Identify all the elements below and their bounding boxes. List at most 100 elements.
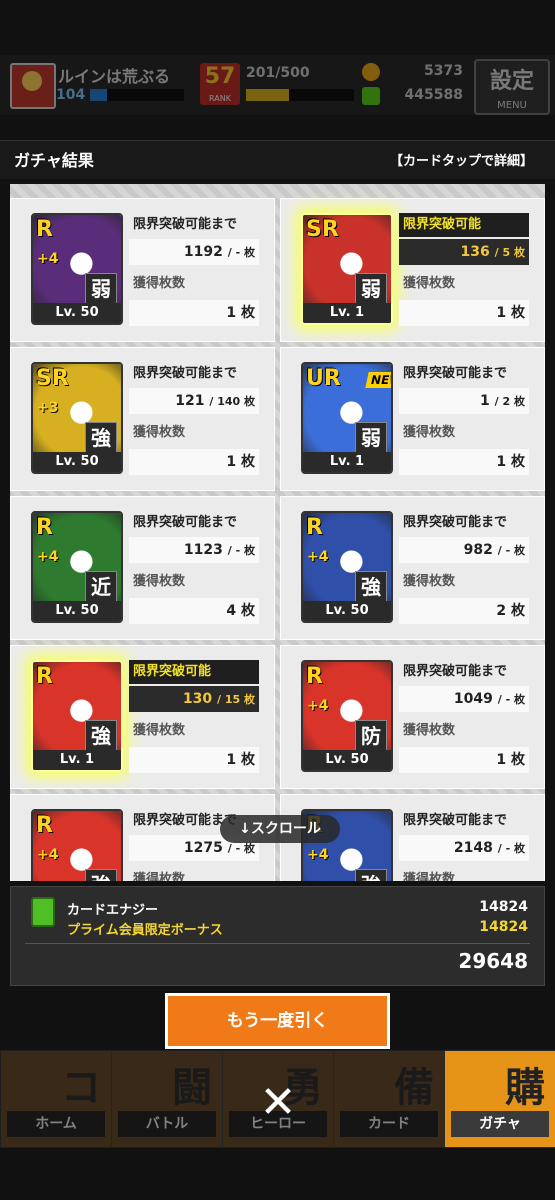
obtained-label: 獲得枚数	[403, 723, 456, 738]
limit-break-count: 136	[460, 244, 490, 260]
page-title: ガチャ結果	[14, 151, 94, 170]
bonus-value: 14824	[479, 919, 528, 935]
limit-break-value: 136 / 5 枚	[399, 239, 529, 265]
plus-label: +4	[307, 847, 329, 863]
limit-break-count: 1192	[183, 244, 223, 260]
limit-break-count: 1	[480, 393, 490, 409]
nav-item[interactable]: 備カード	[333, 1050, 445, 1148]
nav-label: ホーム	[7, 1111, 105, 1137]
obtained-count: 1 枚	[129, 449, 259, 475]
limit-break-value: 1192 / - 枚	[129, 239, 259, 265]
card-thumbnail[interactable]: R +4 弱 Lv. 50	[31, 213, 123, 325]
plus-label: +4	[37, 251, 59, 267]
card-thumbnail[interactable]: R+4強Lv. 50	[31, 809, 123, 881]
nav-icon: 購	[505, 1065, 545, 1111]
gacha-card[interactable]: R +4 近 Lv. 50 限界突破可能まで 1123 / - 枚獲得枚数 4 枚	[10, 496, 275, 640]
rarity-label: SR	[306, 217, 339, 242]
limit-break-value: 121 / 140 枚	[129, 388, 259, 414]
card-level: Lv. 1	[33, 750, 121, 770]
limit-break-max: / - 枚	[497, 544, 525, 557]
energy-panel: カードエナジー プライム会員限定ボーナス 14824 14824 29648	[10, 886, 545, 986]
card-grid[interactable]: R +4 弱 Lv. 50 限界突破可能まで 1192 / - 枚獲得枚数 1 枚 SR 弱 Lv…	[10, 184, 545, 881]
nav-item[interactable]: 購ガチャ	[444, 1050, 555, 1148]
card-thumbnail[interactable]: SR 弱 Lv. 1	[301, 213, 393, 325]
obtained-label: 獲得枚数	[403, 574, 456, 589]
energy-label: カードエナジー	[67, 903, 159, 918]
nav-icon: コ	[61, 1065, 101, 1111]
draw-again-button[interactable]: もう一度引く	[165, 993, 390, 1049]
new-badge: NEW	[365, 372, 391, 388]
card-level: Lv. 50	[33, 452, 121, 472]
card-thumbnail[interactable]: R +4 防 Lv. 50	[301, 660, 393, 772]
gacha-result-header: ガチャ結果 【カードタップで詳細】	[0, 140, 555, 179]
gacha-card[interactable]: UR 弱 Lv. 1 NEW 限界突破可能まで 1 / 2 枚獲得枚数 1 枚	[280, 347, 545, 491]
limit-break-label: 限界突破可能まで	[133, 366, 238, 381]
gacha-card[interactable]: SR 弱 Lv. 1 限界突破可能 136 / 5 枚獲得枚数 1 枚	[280, 198, 545, 342]
limit-break-max: / 5 枚	[494, 246, 525, 259]
limit-break-max: / 2 枚	[494, 395, 525, 408]
obtained-label: 獲得枚数	[133, 872, 186, 881]
obtained-label: 獲得枚数	[133, 574, 186, 589]
nav-item[interactable]: 闘バトル	[111, 1050, 223, 1148]
rarity-label: R	[306, 664, 323, 689]
card-level: Lv. 50	[33, 303, 121, 323]
rarity-label: R	[36, 217, 53, 242]
gacha-card[interactable]: R +4 弱 Lv. 50 限界突破可能まで 1192 / - 枚獲得枚数 1 枚	[10, 198, 275, 342]
obtained-count: 1 枚	[399, 747, 529, 773]
limit-break-max: / 140 枚	[209, 395, 255, 408]
limit-break-count: 1049	[453, 691, 493, 707]
limit-break-value: 1123 / - 枚	[129, 537, 259, 563]
attribute-badge: 強	[85, 720, 117, 752]
card-level: Lv. 1	[303, 303, 391, 323]
limit-break-label: 限界突破可能	[399, 213, 529, 237]
card-thumbnail[interactable]: SR +3 強 Lv. 50	[31, 362, 123, 474]
limit-break-label: 限界突破可能まで	[403, 366, 508, 381]
limit-break-count: 130	[182, 691, 213, 707]
plus-label: +4	[37, 549, 59, 565]
limit-break-count: 982	[463, 542, 493, 558]
obtained-label: 獲得枚数	[133, 425, 186, 440]
plus-label: +4	[307, 549, 329, 565]
obtained-count: 1 枚	[129, 300, 259, 326]
limit-break-max: / - 枚	[497, 842, 525, 855]
plus-label: +3	[37, 400, 59, 416]
scroll-hint: ↓スクロール	[220, 815, 340, 843]
limit-break-value: 982 / - 枚	[399, 537, 529, 563]
energy-value: 14824	[479, 899, 528, 915]
limit-break-label: 限界突破可能まで	[133, 217, 238, 232]
gacha-card[interactable]: R +4 強 Lv. 50 限界突破可能まで 982 / - 枚獲得枚数 2 枚	[280, 496, 545, 640]
nav-item[interactable]: コホーム	[0, 1050, 112, 1148]
card-thumbnail[interactable]: R 強 Lv. 1	[31, 660, 123, 772]
obtained-label: 獲得枚数	[133, 276, 186, 291]
nav-label: ガチャ	[451, 1111, 549, 1137]
card-level: Lv. 50	[303, 750, 391, 770]
obtained-count: 4 枚	[129, 598, 259, 624]
card-thumbnail[interactable]: UR 弱 Lv. 1 NEW	[301, 362, 393, 474]
obtained-count: 2 枚	[399, 598, 529, 624]
tap-hint: 【カードタップで詳細】	[389, 154, 533, 169]
card-thumbnail[interactable]: R +4 近 Lv. 50	[31, 511, 123, 623]
close-icon[interactable]: ✕	[255, 1080, 301, 1126]
attribute-badge: 弱	[355, 273, 387, 305]
obtained-label: 獲得枚数	[403, 872, 456, 881]
limit-break-count: 1123	[183, 542, 223, 558]
gacha-card[interactable]: R +4 防 Lv. 50 限界突破可能まで 1049 / - 枚獲得枚数 1 枚	[280, 645, 545, 789]
attribute-badge: 強	[355, 869, 387, 881]
card-thumbnail[interactable]: R+4強Lv. 50	[301, 511, 393, 623]
nav-label: バトル	[118, 1111, 216, 1137]
gacha-card[interactable]: SR +3 強 Lv. 50 限界突破可能まで 121 / 140 枚獲得枚数 1 枚	[10, 347, 275, 491]
rarity-label: R	[36, 813, 53, 838]
nav-label: カード	[340, 1111, 438, 1137]
limit-break-value: 1 / 2 枚	[399, 388, 529, 414]
attribute-badge: 強	[85, 869, 117, 881]
gacha-card[interactable]: R 強 Lv. 1 限界突破可能 130 / 15 枚獲得枚数 1 枚	[10, 645, 275, 789]
rarity-label: R	[36, 515, 53, 540]
limit-break-count: 2148	[453, 840, 493, 856]
limit-break-max: / - 枚	[227, 544, 255, 557]
card-level: Lv. 50	[303, 601, 391, 621]
rarity-label: R	[306, 515, 323, 540]
energy-total: 29648	[458, 949, 528, 973]
limit-break-value: 130 / 15 枚	[129, 686, 259, 712]
limit-break-label: 限界突破可能まで	[403, 515, 508, 530]
limit-break-count: 121	[175, 393, 205, 409]
